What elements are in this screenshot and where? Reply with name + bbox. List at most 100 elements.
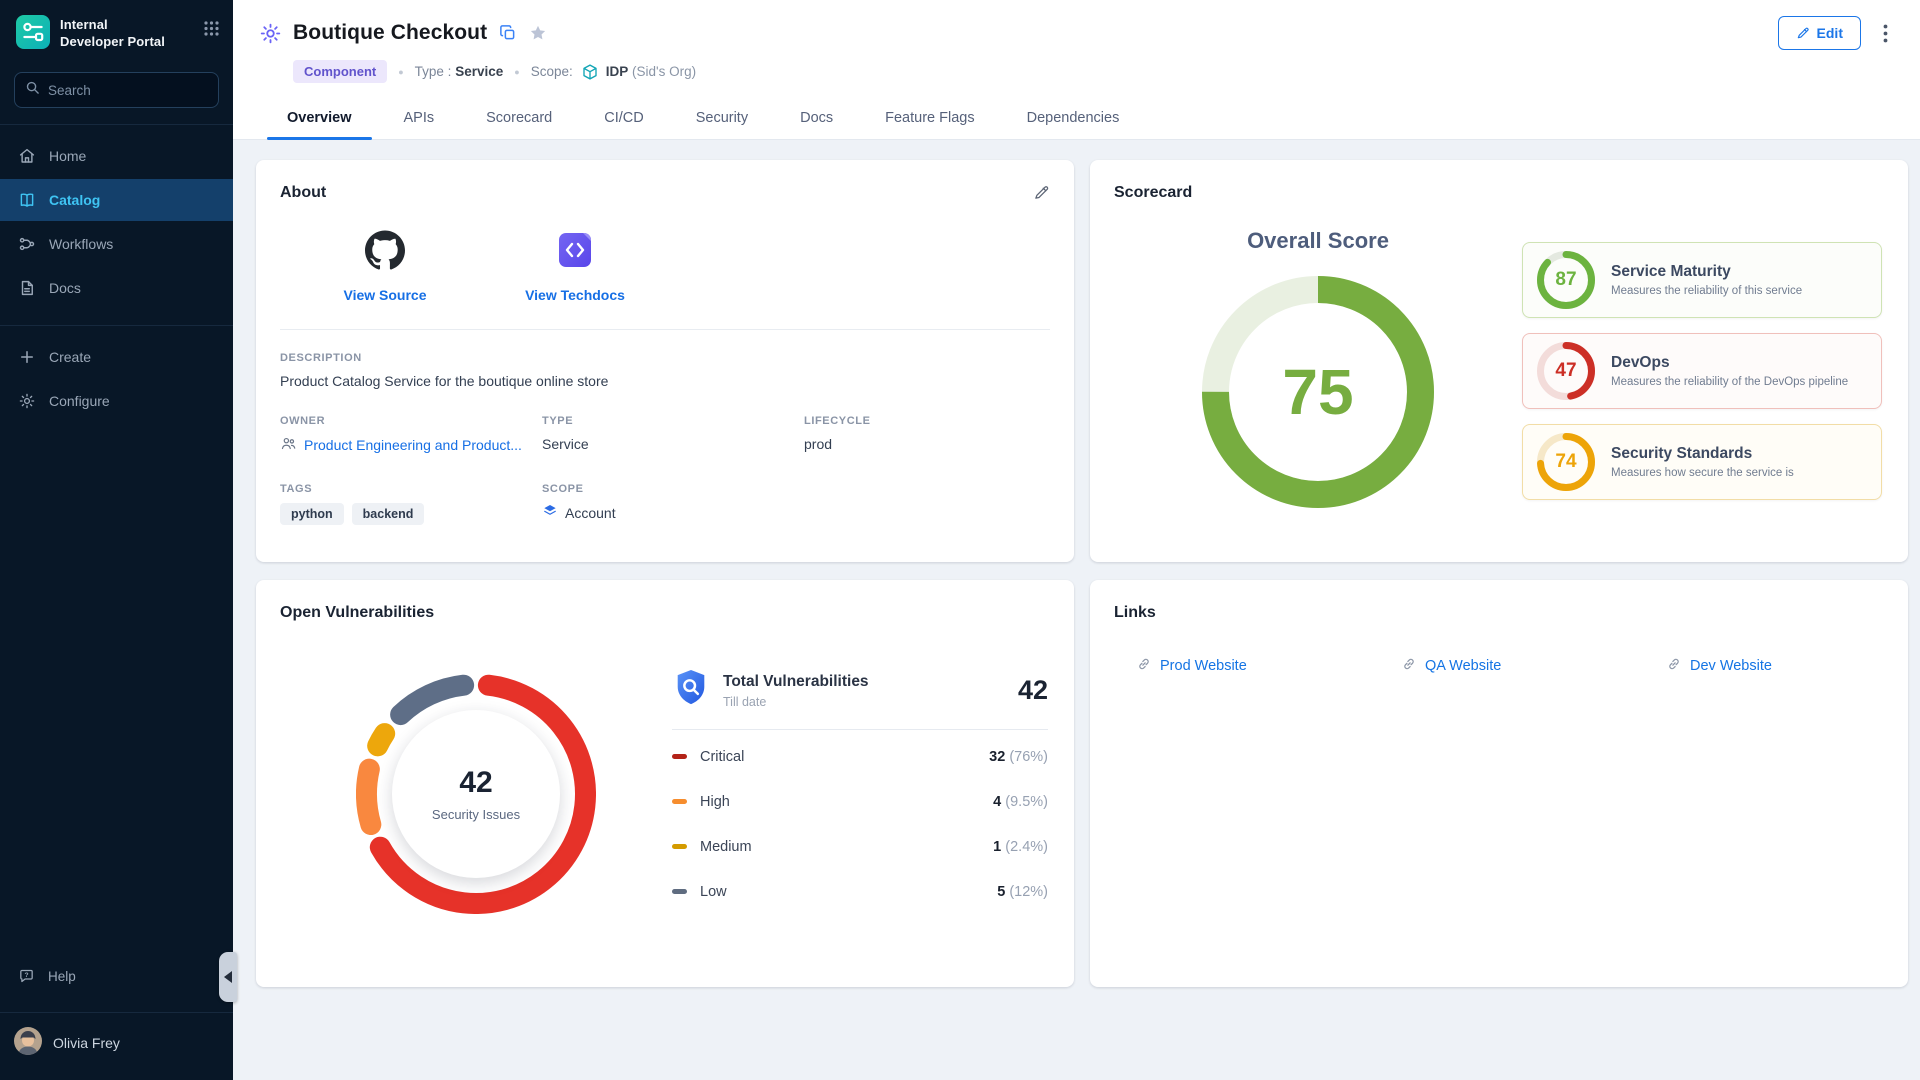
tab-feature-flags[interactable]: Feature Flags: [859, 98, 1000, 139]
link-dev-website[interactable]: Dev Website: [1666, 656, 1884, 676]
overall-score-donut: 75: [1202, 276, 1434, 508]
type-label: Type :: [415, 64, 452, 79]
sidebar-item-catalog[interactable]: Catalog: [0, 179, 233, 221]
page-header: Boutique Checkout Edit: [233, 0, 1920, 140]
tab-docs[interactable]: Docs: [774, 98, 859, 139]
donut-center: 42 Security Issues: [392, 710, 560, 878]
user-menu[interactable]: Olivia Frey: [0, 1013, 233, 1080]
link-qa-website[interactable]: QA Website: [1401, 656, 1666, 676]
search-box[interactable]: [14, 72, 219, 108]
workflows-icon: [18, 235, 36, 253]
scorecard-item-devops[interactable]: 47 DevOps Measures the reliability of th…: [1522, 333, 1882, 409]
overall-score-block: Overall Score 75: [1114, 228, 1522, 515]
owner-value: Product Engineering and Product...: [304, 437, 522, 453]
scorecard-item-security-standards[interactable]: 74 Security Standards Measures how secur…: [1522, 424, 1882, 500]
tab-apis[interactable]: APIs: [378, 98, 461, 139]
divider: [280, 329, 1050, 330]
cube-icon: [581, 63, 599, 81]
sidebar-item-label: Catalog: [49, 192, 100, 208]
scope-value: Account: [565, 505, 616, 521]
scorecard-item-service-maturity[interactable]: 87 Service Maturity Measures the reliabi…: [1522, 242, 1882, 318]
sidebar-item-create[interactable]: Create: [0, 336, 233, 378]
score-desc: Measures how secure the service is: [1611, 467, 1794, 479]
links-card: Links Prod Website: [1090, 580, 1908, 987]
edit-button[interactable]: Edit: [1778, 16, 1861, 50]
legend-row-critical: Critical 32 (76%): [672, 734, 1048, 779]
user-name: Olivia Frey: [53, 1035, 120, 1051]
links-title: Links: [1114, 604, 1156, 622]
about-title: About: [280, 184, 326, 202]
home-icon: [18, 147, 36, 165]
kebab-menu-icon[interactable]: [1883, 24, 1888, 43]
link-prod-website[interactable]: Prod Website: [1136, 656, 1401, 676]
kind-badge: Component: [293, 60, 387, 83]
help-button[interactable]: ? Help: [0, 956, 233, 996]
view-source-label: View Source: [343, 287, 426, 303]
avatar: [14, 1027, 42, 1058]
scope-field: SCOPE Account: [542, 483, 804, 525]
vuln-total-value: 42: [1018, 675, 1048, 706]
sidebar-item-label: Home: [49, 148, 86, 164]
search-input[interactable]: [48, 83, 198, 98]
sidebar-item-workflows[interactable]: Workflows: [0, 223, 233, 265]
gear-icon: [18, 392, 36, 410]
tab-cicd[interactable]: CI/CD: [578, 98, 669, 139]
techdocs-icon: [555, 230, 595, 275]
search-icon: [25, 80, 40, 100]
sidebar-item-configure[interactable]: Configure: [0, 380, 233, 422]
account-scope-icon: [542, 503, 558, 522]
tab-dependencies[interactable]: Dependencies: [1001, 98, 1146, 139]
tab-scorecard[interactable]: Scorecard: [460, 98, 578, 139]
score-ring: 47: [1537, 342, 1595, 400]
github-icon: [365, 230, 405, 275]
tag-chip[interactable]: python: [280, 503, 344, 525]
type-value: Service: [542, 436, 804, 452]
sidebar-divider: [0, 124, 233, 125]
copy-icon[interactable]: [499, 24, 517, 42]
tag-chip[interactable]: backend: [352, 503, 425, 525]
app-title: Internal Developer Portal: [60, 15, 165, 50]
dot-separator: ●: [514, 67, 519, 77]
type-field: TYPE Service: [542, 415, 804, 455]
donut-center-label: Security Issues: [432, 807, 520, 822]
about-edit-pencil-icon[interactable]: [1033, 184, 1050, 201]
docs-icon: [18, 279, 36, 297]
tab-security[interactable]: Security: [670, 98, 774, 139]
tab-overview[interactable]: Overview: [261, 98, 378, 139]
sidebar-item-home[interactable]: Home: [0, 135, 233, 177]
overall-score-label: Overall Score: [1247, 228, 1389, 254]
scorecard-title: Scorecard: [1114, 184, 1192, 202]
scope-org: (Sid's Org): [632, 64, 696, 79]
scorecard-list: 87 Service Maturity Measures the reliabi…: [1522, 242, 1884, 515]
owner-link[interactable]: Product Engineering and Product...: [280, 435, 542, 455]
vulnerabilities-card: Open Vulnerabilities 42 Security Issues: [256, 580, 1074, 987]
main-area: Boutique Checkout Edit: [233, 0, 1920, 1080]
score-name: Service Maturity: [1611, 263, 1802, 281]
sidebar-divider: [0, 325, 233, 326]
view-techdocs-link[interactable]: View Techdocs: [510, 230, 640, 303]
view-source-link[interactable]: View Source: [320, 230, 450, 303]
svg-text:?: ?: [25, 972, 29, 979]
score-name: Security Standards: [1611, 445, 1794, 463]
sidebar-collapse-handle[interactable]: [219, 952, 237, 1002]
sidebar-bottom: ? Help Olivia Frey: [0, 956, 233, 1080]
link-icon: [1666, 656, 1682, 676]
vuln-summary-title: Total Vulnerabilities: [723, 673, 869, 691]
link-icon: [1136, 656, 1152, 676]
legend-row-medium: Medium 1 (2.4%): [672, 824, 1048, 869]
dot-separator: ●: [398, 67, 403, 77]
legend-dash: [672, 889, 687, 894]
divider: [672, 729, 1048, 730]
star-icon[interactable]: [529, 24, 547, 42]
sidebar-item-docs[interactable]: Docs: [0, 267, 233, 309]
page-title: Boutique Checkout: [293, 21, 487, 45]
overall-score-value: 75: [1202, 276, 1434, 508]
score-desc: Measures the reliability of the DevOps p…: [1611, 376, 1848, 388]
lifecycle-field: LIFECYCLE prod: [804, 415, 1050, 455]
legend-dash: [672, 754, 687, 759]
vulnerabilities-title: Open Vulnerabilities: [280, 604, 434, 622]
apps-grid-icon[interactable]: [204, 21, 219, 41]
legend-dash: [672, 799, 687, 804]
lifecycle-value: prod: [804, 436, 1050, 452]
tab-bar: Overview APIs Scorecard CI/CD Security D…: [233, 98, 1920, 140]
